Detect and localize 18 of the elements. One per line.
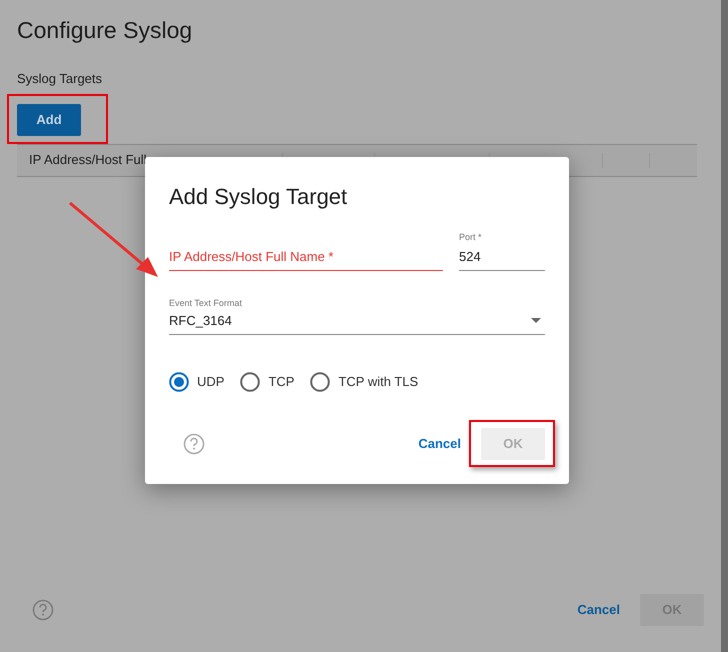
caret-icon <box>531 318 541 323</box>
add-button[interactable]: Add <box>17 104 81 136</box>
radio-icon[interactable] <box>169 372 189 392</box>
section-label: Syslog Targets <box>17 70 104 88</box>
radio-option[interactable]: TCP with TLS <box>310 372 418 392</box>
select-value: RFC_3164 <box>169 312 232 330</box>
input-field[interactable]: IP Address/Host Full Name * <box>169 243 443 270</box>
radio-icon[interactable] <box>310 372 330 392</box>
cancel-link[interactable]: Cancel <box>418 434 461 454</box>
cancel-link[interactable]: Cancel <box>577 600 620 620</box>
page-title: Configure Syslog <box>17 16 194 45</box>
dialog-title: Add Syslog Target <box>169 183 348 211</box>
radio-icon[interactable] <box>240 372 260 392</box>
radio-option[interactable]: TCP <box>240 372 294 392</box>
field-label: Event Text Format <box>169 296 243 308</box>
radio-option[interactable]: UDP <box>169 372 224 392</box>
field-label: Port * <box>459 231 483 243</box>
input-field[interactable]: 524 <box>459 243 545 270</box>
